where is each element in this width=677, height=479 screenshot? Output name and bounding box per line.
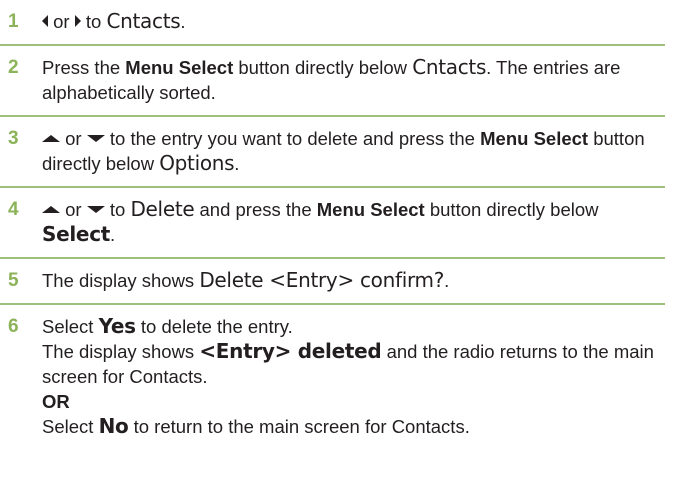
- display-text-cntacts: Cntacts: [106, 9, 181, 33]
- period: .: [180, 11, 186, 32]
- step-5: 5 The display shows Delete <Entry> confi…: [0, 259, 665, 305]
- display-text-yes: Yes: [98, 314, 137, 338]
- button-name: Menu Select: [316, 199, 425, 220]
- step-number: 4: [8, 199, 19, 220]
- up-arrow-icon: [42, 206, 60, 213]
- step-2: 2 Press the Menu Select button directly …: [0, 46, 665, 117]
- step-text: to the entry you want to delete and pres…: [109, 128, 475, 149]
- left-arrow-icon: [42, 15, 48, 27]
- step-1: 1 or to Cntacts.: [0, 0, 665, 46]
- or-label: OR: [42, 391, 70, 412]
- step-text: to return to the main screen for Contact…: [133, 416, 470, 437]
- step-6: 6 Select Yes to delete the entry. The di…: [0, 305, 665, 449]
- step-text: Select: [42, 316, 94, 337]
- display-text-delete-confirm: Delete <Entry> confirm?: [199, 268, 445, 292]
- down-arrow-icon: [86, 206, 105, 213]
- step-number: 2: [8, 57, 19, 78]
- display-text-delete: Delete: [130, 197, 195, 221]
- step-3: 3 or to the entry you want to delete and…: [0, 117, 665, 188]
- display-text-entry-deleted: <Entry> deleted: [199, 339, 382, 363]
- step-text: button directly below: [429, 199, 599, 220]
- step-text: and press the: [199, 199, 312, 220]
- down-arrow-icon: [86, 135, 105, 142]
- step-text: button directly below: [238, 57, 408, 78]
- period: .: [444, 270, 450, 291]
- step-4: 4 or to Delete and press the Menu Select…: [0, 188, 665, 259]
- step-text: Select: [42, 416, 94, 437]
- step-text: The display shows: [42, 270, 195, 291]
- step-number: 1: [8, 11, 19, 32]
- display-text-select: Select: [42, 222, 111, 246]
- step-text: to: [109, 199, 126, 220]
- or-text: or: [53, 11, 70, 32]
- display-text-options: Options: [159, 151, 235, 175]
- or-text: or: [65, 128, 82, 149]
- step-number: 3: [8, 128, 19, 149]
- period: .: [110, 224, 116, 245]
- procedure-steps: 1 or to Cntacts. 2 Press the Menu Select…: [0, 0, 665, 449]
- step-text: The display shows: [42, 341, 195, 362]
- display-text-cntacts: Cntacts: [412, 55, 487, 79]
- or-text: or: [65, 199, 82, 220]
- step-text: to delete the entry.: [140, 316, 293, 337]
- button-name: Menu Select: [480, 128, 589, 149]
- step-number: 5: [8, 270, 19, 291]
- up-arrow-icon: [42, 135, 60, 142]
- to-text: to: [85, 11, 102, 32]
- display-text-no: No: [98, 414, 129, 438]
- right-arrow-icon: [74, 15, 81, 27]
- step-number: 6: [8, 316, 19, 337]
- button-name: Menu Select: [125, 57, 234, 78]
- period: .: [234, 153, 240, 174]
- step-text: Press the: [42, 57, 121, 78]
